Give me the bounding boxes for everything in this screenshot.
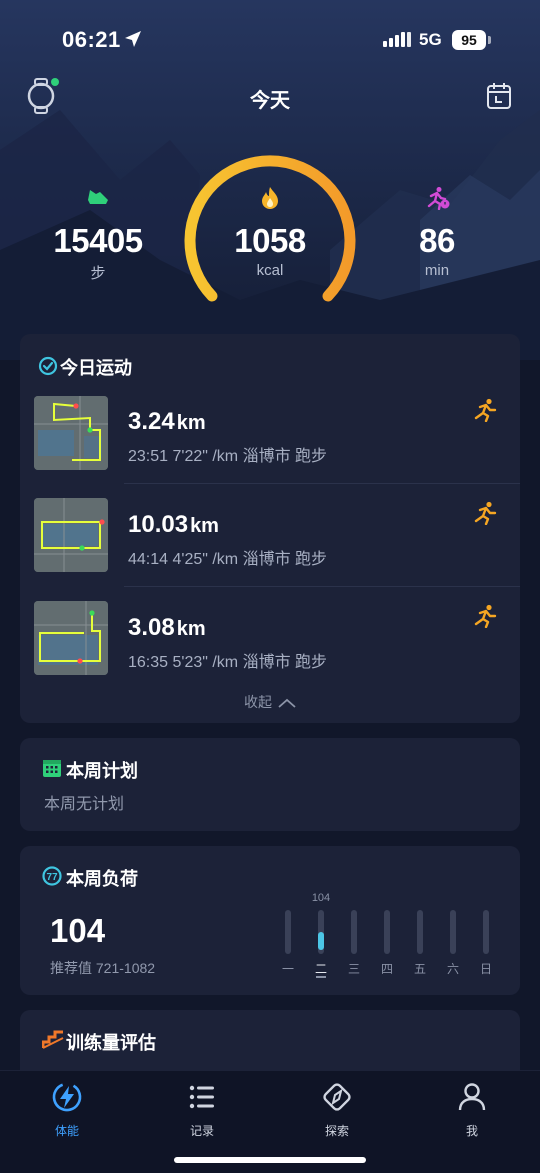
weekly-load-title: 本周负荷 [66, 869, 138, 889]
steps-shoe-icon [88, 190, 108, 204]
today-activities-card: 今日运动 3.24 km 23:51 7'22" /km 淄博市 跑步 10.0… [20, 334, 520, 723]
weekly-plan-subtitle: 本周无计划 [44, 796, 125, 813]
tab-label: 记录 [189, 1124, 214, 1138]
load-bar-track [417, 910, 423, 954]
status-bar: 06:21 5G 95 [0, 0, 540, 80]
calories-stat[interactable]: 1058 kcal [210, 222, 330, 279]
load-bar-track [483, 910, 489, 954]
training-eval-title: 训练量评估 [66, 1033, 156, 1053]
minutes-unit: min [424, 262, 450, 279]
check-circle-icon [38, 356, 58, 376]
user-icon [458, 1083, 486, 1111]
chevron-up-icon [278, 699, 296, 708]
collapse-label: 收起 [244, 694, 272, 710]
signal-icon [383, 32, 411, 47]
load-gauge-icon: 77 [42, 866, 62, 886]
tab-label: 体能 [54, 1124, 79, 1138]
list-icon [189, 1085, 214, 1109]
activity-distance: 10.03 km [128, 511, 219, 538]
activity-distance: 3.24 km [128, 408, 206, 435]
weekly-load-card[interactable]: 77 本周负荷 104 推荐值 721-1082 一 104 二 三 四 五 六 日 [20, 846, 520, 995]
load-bar-track [285, 910, 291, 954]
plan-calendar-icon [43, 760, 61, 777]
calories-unit: kcal [256, 262, 284, 279]
load-day-label: 三 [347, 962, 360, 976]
collapse-button[interactable]: 收起 [20, 692, 520, 712]
load-bar-fill [318, 932, 324, 950]
load-day-label: 二 [314, 962, 327, 976]
weekly-plan-title: 本周计划 [66, 761, 138, 781]
active-minutes-icon [427, 187, 450, 210]
network-type: 5G [419, 30, 442, 49]
load-day-label: 一 [281, 962, 294, 976]
energy-icon [52, 1082, 82, 1112]
minutes-value: 86 [419, 222, 455, 259]
load-day-label: 四 [380, 962, 393, 976]
location-arrow-icon [125, 31, 141, 47]
load-day-label: 五 [413, 962, 426, 976]
compass-icon [323, 1083, 351, 1111]
activity-row[interactable]: 3.08 km 16:35 5'23" /km 淄博市 跑步 [20, 586, 520, 689]
activity-row[interactable]: 10.03 km 44:14 4'25" /km 淄博市 跑步 [20, 483, 520, 586]
activity-meta: 23:51 7'22" /km 淄博市 跑步 [128, 448, 328, 465]
page-title: 今天 [250, 90, 290, 112]
tab-records[interactable]: 记录 [162, 1081, 242, 1139]
battery-tip [488, 36, 491, 44]
tab-explore[interactable]: 探索 [297, 1081, 377, 1139]
running-icon [474, 501, 497, 525]
running-icon [474, 604, 497, 628]
route-map-thumbnail [34, 498, 108, 572]
tab-label: 我 [465, 1124, 478, 1138]
activity-distance: 3.08 km [128, 614, 206, 641]
flame-icon [262, 187, 278, 209]
load-day-label: 日 [479, 962, 492, 976]
running-icon [474, 398, 497, 422]
tab-fitness[interactable]: 体能 [27, 1081, 107, 1139]
calories-value: 1058 [234, 222, 306, 259]
minutes-stat[interactable]: 86 min [377, 222, 497, 279]
tab-me[interactable]: 我 [432, 1081, 512, 1139]
activity-meta: 44:14 4'25" /km 淄博市 跑步 [128, 551, 328, 568]
tab-label: 探索 [324, 1124, 349, 1138]
weekly-plan-card[interactable]: 本周计划 本周无计划 [20, 738, 520, 831]
steps-unit: 步 [90, 265, 106, 282]
svg-text:77: 77 [46, 872, 58, 883]
route-map-thumbnail [34, 396, 108, 470]
steps-stat[interactable]: 15405 步 [38, 222, 158, 283]
activity-meta: 16:35 5'23" /km 淄博市 跑步 [128, 654, 328, 671]
weekly-load-recommended: 推荐值 721-1082 [50, 960, 156, 976]
steps-value: 15405 [53, 222, 143, 259]
home-indicator [174, 1157, 366, 1163]
weekly-load-value: 104 [50, 912, 106, 949]
load-bar-track [351, 910, 357, 954]
load-bar-track [384, 910, 390, 954]
load-bar-track [450, 910, 456, 954]
training-steps-icon [42, 1030, 64, 1049]
battery-indicator: 95 [452, 30, 486, 50]
load-bar-value-label: 104 [311, 892, 331, 904]
today-activities-title: 今日运动 [60, 358, 132, 378]
current-day-underline [316, 976, 326, 978]
status-time: 06:21 [62, 27, 121, 52]
activity-row[interactable]: 3.24 km 23:51 7'22" /km 淄博市 跑步 [20, 380, 520, 483]
calendar-icon[interactable] [486, 81, 514, 111]
route-map-thumbnail [34, 601, 108, 675]
load-day-label: 六 [446, 962, 459, 976]
